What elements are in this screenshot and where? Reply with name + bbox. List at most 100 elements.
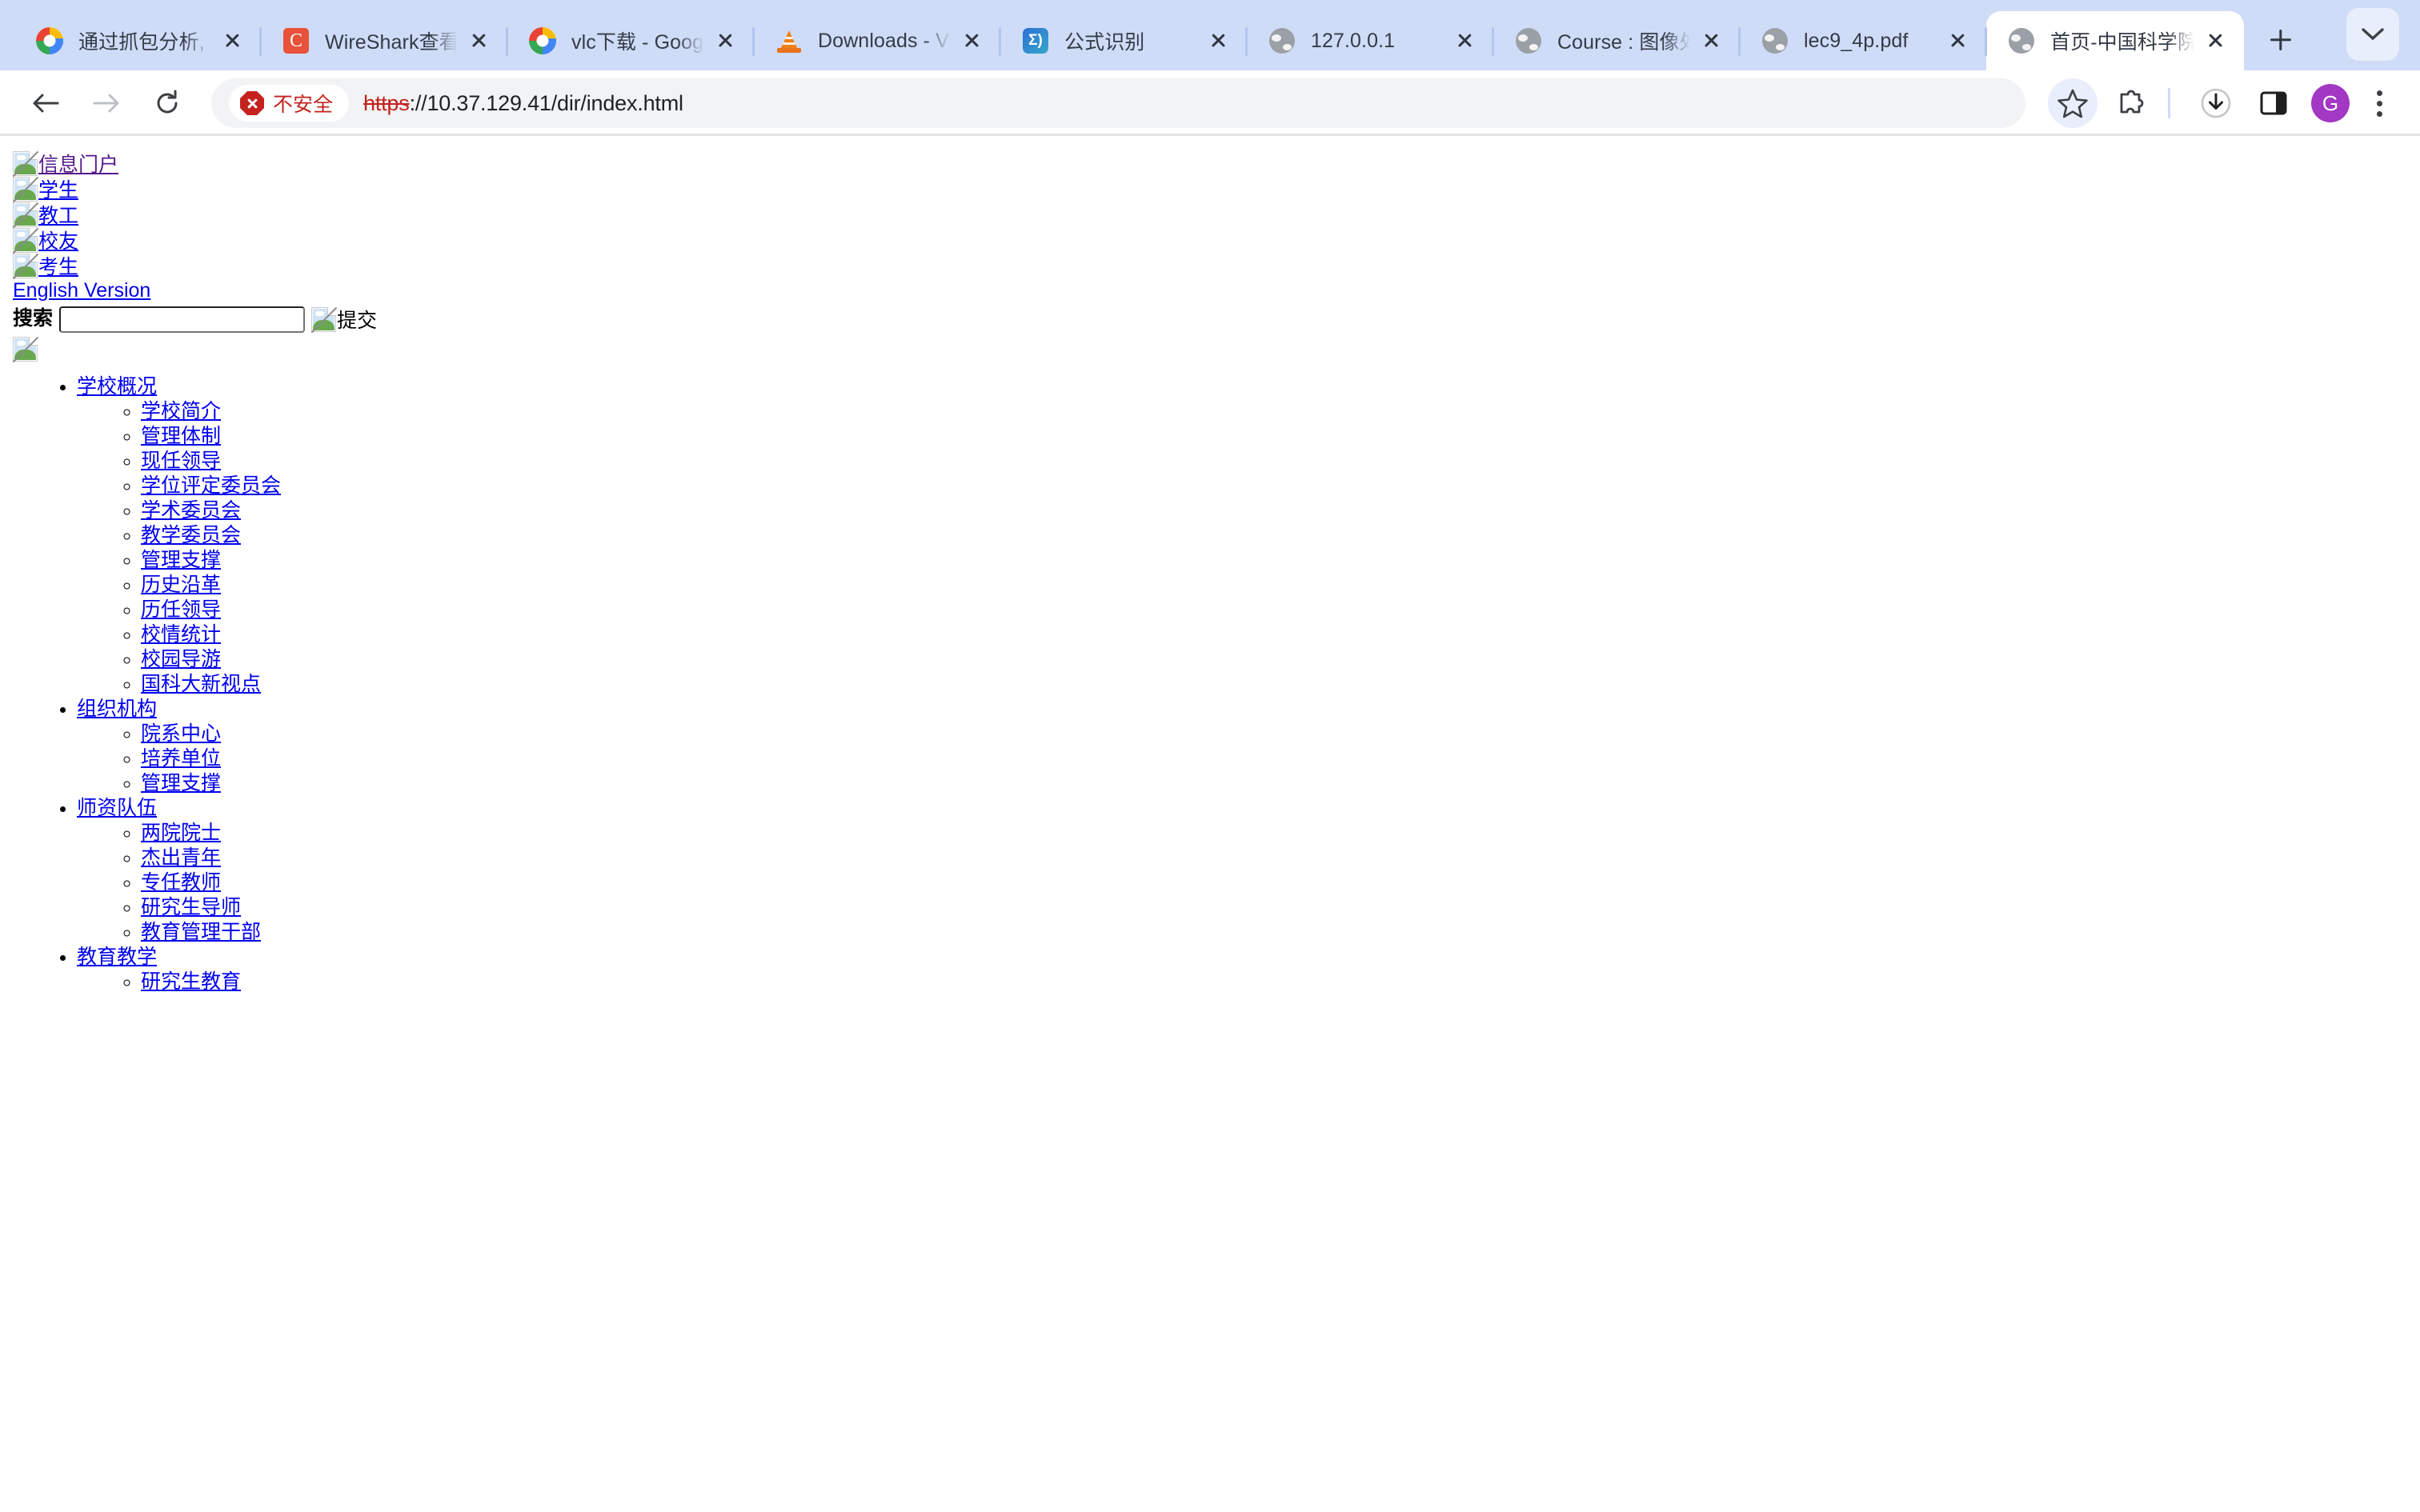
forward-button[interactable] <box>82 78 131 128</box>
browser-tab[interactable]: Σ) 公式识别 <box>999 11 1247 70</box>
portal-link-row: 考生 <box>12 253 2407 279</box>
nav-section-link[interactable]: 教育教学 <box>77 945 157 970</box>
tab-close-button[interactable] <box>1940 23 1975 58</box>
browser-tab[interactable]: vlc下载 - Goog <box>506 11 754 70</box>
portal-link[interactable]: 教工 <box>12 202 78 228</box>
nav-section-link[interactable]: 学校概况 <box>77 374 157 399</box>
tab-close-button[interactable] <box>461 23 496 58</box>
new-tab-button[interactable] <box>2257 16 2305 64</box>
nav-subitem: 学术委员会 <box>141 498 2407 523</box>
sigma-icon: Σ) <box>1021 26 1050 55</box>
nav-subitem-link[interactable]: 历史沿革 <box>141 573 221 598</box>
broken-image-icon <box>311 306 337 334</box>
nav-subitem-link[interactable]: 杰出青年 <box>141 846 221 870</box>
nav-subitem-link[interactable]: 专任教师 <box>141 870 221 895</box>
nav-subitem-link[interactable]: 历任领导 <box>141 598 221 622</box>
address-bar[interactable]: 不安全 https://10.37.129.41/dir/index.html <box>211 78 2025 128</box>
nav-subitem-link[interactable]: 研究生教育 <box>141 970 241 994</box>
security-status-badge[interactable]: 不安全 <box>229 85 350 122</box>
forward-arrow-icon <box>93 94 119 113</box>
nav-subitem-link[interactable]: 管理体制 <box>141 424 221 449</box>
nav-subitem-link[interactable]: 研究生导师 <box>141 895 241 920</box>
broken-image-icon <box>12 202 38 228</box>
nav-subitem: 研究生教育 <box>141 970 2407 994</box>
broken-image-icon <box>12 336 38 363</box>
tab-close-button[interactable] <box>1447 23 1482 58</box>
tab-close-button[interactable] <box>1200 23 1236 58</box>
portal-link[interactable]: 校友 <box>12 227 78 254</box>
nav-subitem-link[interactable]: 院系中心 <box>141 722 221 746</box>
nav-subitem: 管理支撑 <box>141 548 2407 573</box>
side-panel-button[interactable] <box>2249 78 2298 128</box>
browser-tab[interactable]: C WireShark查看 <box>259 11 507 70</box>
tab-close-button[interactable] <box>707 23 743 58</box>
chrome-menu-button[interactable] <box>2359 78 2399 128</box>
nav-section: 组织机构院系中心培养单位管理支撑 <box>77 697 2407 796</box>
extensions-button[interactable] <box>2105 78 2155 128</box>
browser-tab-active[interactable]: 首页-中国科学院 <box>1985 11 2244 70</box>
nav-section-link[interactable]: 组织机构 <box>77 697 157 722</box>
search-submit-button[interactable]: 提交 <box>311 305 377 334</box>
browser-tab[interactable]: 通过抓包分析, <box>14 11 261 70</box>
nav-subitem: 院系中心 <box>141 722 2407 746</box>
portal-link-label: 信息门户 <box>38 154 119 176</box>
not-secure-icon <box>240 91 264 115</box>
tab-title: 首页-中国科学院 <box>2050 31 2194 54</box>
broken-image-icon <box>12 150 38 177</box>
browser-tab[interactable]: Course : 图像处 <box>1492 11 1740 70</box>
tab-close-button[interactable] <box>214 23 250 58</box>
nav-subitem-link[interactable]: 两院院士 <box>141 821 221 846</box>
search-input[interactable] <box>59 306 306 333</box>
downloads-button[interactable] <box>2191 78 2241 128</box>
tab-title: Course : 图像处 <box>1557 31 1690 54</box>
search-row: 搜索 提交 <box>13 302 2407 334</box>
portal-link-row: 学生 <box>12 176 2407 202</box>
nav-subitem-link[interactable]: 教学委员会 <box>141 523 241 548</box>
bookmark-button[interactable] <box>2048 78 2097 128</box>
page-viewport: 信息门户学生教工校友考生 English Version 搜索 提交 学校概况学校… <box>0 138 2420 1512</box>
english-version-link[interactable]: English Version <box>13 279 150 302</box>
nav-subitem-link[interactable]: 培养单位 <box>141 746 221 771</box>
browser-tab[interactable]: 127.0.0.1 <box>1245 11 1493 70</box>
nav-section-link[interactable]: 师资队伍 <box>77 796 157 821</box>
back-button[interactable] <box>21 78 70 128</box>
nav-subitem-link[interactable]: 学位评定委员会 <box>141 474 281 498</box>
tab-title: WireShark查看 <box>325 31 458 54</box>
profile-avatar[interactable]: G <box>2311 84 2350 122</box>
nav-subitem: 校园导游 <box>141 647 2407 672</box>
browser-tab[interactable]: lec9_4p.pdf <box>1738 11 1986 70</box>
nav-subitem-link[interactable]: 学校简介 <box>141 399 221 424</box>
portal-link[interactable]: 考生 <box>12 253 78 279</box>
search-submit-label: 提交 <box>337 310 378 333</box>
puzzle-icon <box>2120 90 2144 114</box>
nav-subitem: 校情统计 <box>141 622 2407 647</box>
tab-search-button[interactable] <box>2346 8 2399 61</box>
toolbar-divider <box>2168 88 2170 118</box>
nav-sublist: 两院院士杰出青年专任教师研究生导师教育管理干部 <box>77 821 2407 945</box>
tab-close-button[interactable] <box>954 23 989 58</box>
nav-subitem-link[interactable]: 学术委员会 <box>141 498 241 523</box>
nav-subitem-link[interactable]: 校情统计 <box>141 622 221 647</box>
tab-close-button[interactable] <box>2198 23 2233 58</box>
tab-title: lec9_4p.pdf <box>1804 29 1909 52</box>
nav-subitem-link[interactable]: 国科大新视点 <box>141 672 261 697</box>
nav-subitem: 研究生导师 <box>141 895 2407 920</box>
nav-subitem-link[interactable]: 管理支撑 <box>141 771 221 796</box>
search-label: 搜索 <box>13 307 54 330</box>
portal-link[interactable]: 学生 <box>12 176 79 202</box>
portal-link-label: 学生 <box>38 179 79 202</box>
tab-close-button[interactable] <box>1693 23 1729 58</box>
tab-strip: 通过抓包分析, C WireShark查看 vlc下载 - Goog Downloads… <box>0 0 2420 70</box>
nav-subitem: 管理支撑 <box>141 771 2407 796</box>
browser-tab[interactable]: Downloads - V <box>752 11 1000 70</box>
security-status-label: 不安全 <box>273 94 334 116</box>
nav-subitem-link[interactable]: 管理支撑 <box>141 548 221 573</box>
nav-subitem-link[interactable]: 现任领导 <box>141 449 221 474</box>
globe-icon <box>2007 26 2036 55</box>
nav-subitem-link[interactable]: 教育管理干部 <box>141 920 261 945</box>
vlc-cone-icon <box>775 26 803 55</box>
nav-subitem-link[interactable]: 校园导游 <box>141 647 221 672</box>
reload-button[interactable] <box>142 78 192 128</box>
download-icon <box>2201 88 2231 118</box>
portal-link[interactable]: 信息门户 <box>12 150 119 177</box>
